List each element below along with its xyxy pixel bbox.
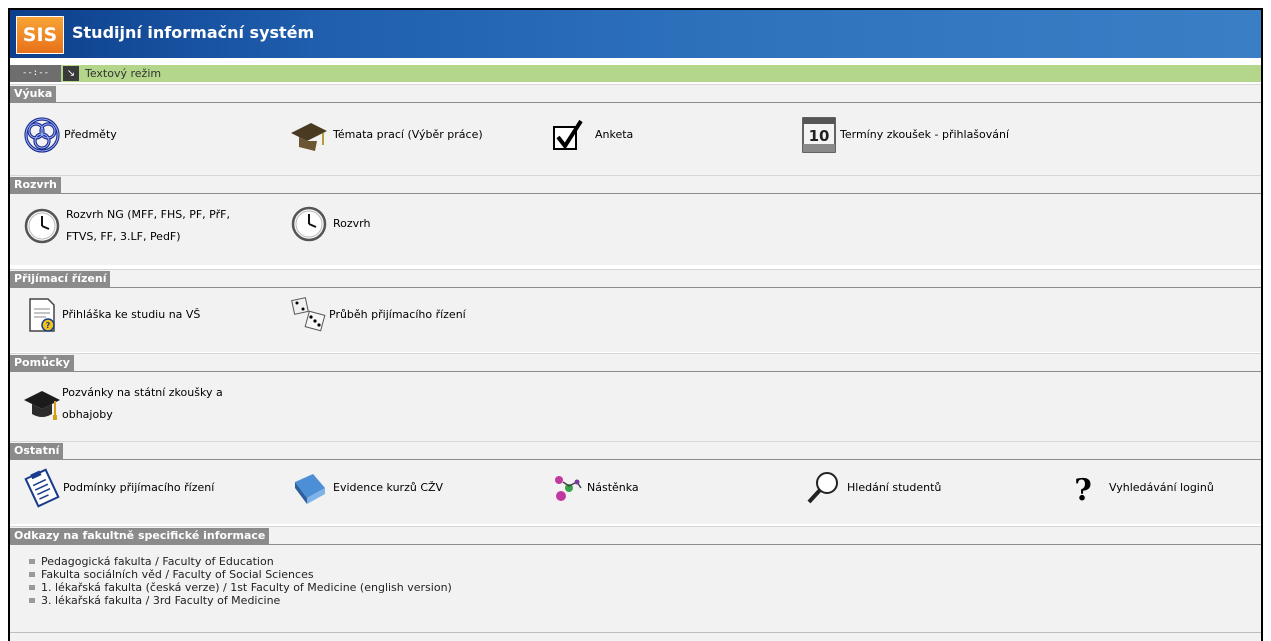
menu-item-label: Nástěnka [587,481,639,494]
book-icon [289,468,329,508]
faculty-link[interactable]: 1. lékařská fakulta (česká verze) / 1st … [29,581,452,594]
knot-icon [22,115,62,155]
dice-icon [289,295,329,335]
toolbar: --:-- ↘ Textový režim [10,65,1261,82]
menu-item-temata-praci[interactable]: Témata prací (Výběr práce) [289,115,483,155]
app-title: Studijní informační systém [72,23,315,42]
text-mode-link[interactable]: Textový režim [85,65,161,82]
faculty-link[interactable]: Fakulta sociálních věd / Faculty of Soci… [29,568,452,581]
bottom-divider [10,632,1261,633]
application-form-icon: ? [22,295,62,335]
menu-item-prihlaska[interactable]: ? Přihláška ke studiu na VŠ [22,295,200,335]
checkbox-icon [547,115,587,155]
menu-item-label: Hledání studentů [847,481,942,494]
session-timer: --:-- [10,65,61,82]
menu-item-vyhledavani-loginu[interactable]: ? Vyhledávání loginů [1065,468,1214,508]
menu-item-label: Přihláška ke studiu na VŠ [62,308,201,321]
section-pomucky: Pomůcky Pozvánky na státní zkoušky a obh… [10,353,1261,441]
svg-text:?: ? [46,321,51,330]
menu-item-hledani-studentu[interactable]: Hledání studentů [803,468,941,508]
menu-item-label: Témata prací (Výběr práce) [333,128,483,141]
menu-item-predmety[interactable]: Předměty [22,115,117,155]
arrow-down-right-icon[interactable]: ↘ [63,66,79,81]
pin-board-icon [547,468,587,508]
section-vyuka: Výuka Předměty Témata prací (Výběr práce… [10,84,1261,175]
menu-item-label: Předměty [64,128,117,141]
svg-text:10: 10 [809,127,830,145]
section-ostatni: Ostatní Podmínky přijímacího řízení Evid… [10,441,1261,524]
menu-item-label: Evidence kurzů CŽV [333,481,444,494]
clock-icon [289,204,329,244]
menu-item-label: Termíny zkoušek - přihlašování [840,128,1010,141]
menu-item-label: Podmínky přijímacího řízení [63,481,215,494]
page-frame: SIS Studijní informační systém --:-- ↘ T… [8,8,1263,641]
menu-item-label: Průběh přijímacího řízení [329,308,466,321]
app-header: SIS Studijní informační systém [10,10,1261,58]
section-divider [10,102,1261,103]
section-divider [10,287,1261,288]
section-odkazy: Odkazy na fakultně specifické informace … [10,526,1261,641]
section-rozvrh: Rozvrh Rozvrh NG (MFF, FHS, PF, PřF, FTV… [10,175,1261,265]
magnifier-icon [803,468,843,508]
question-mark-icon: ? [1065,468,1105,508]
menu-item-label: Anketa [595,128,634,141]
section-divider [10,544,1261,545]
section-title: Ostatní [10,443,64,459]
clipboard-icon [22,468,62,508]
menu-item-rozvrh-ng[interactable]: Rozvrh NG (MFF, FHS, PF, PřF, FTVS, FF, … [22,204,248,248]
menu-item-label: Rozvrh [333,217,371,230]
svg-text:?: ? [1074,473,1092,508]
menu-item-anketa[interactable]: Anketa [547,115,633,155]
section-title: Výuka [10,86,57,102]
menu-item-label: Pozvánky na státní zkoušky a obhajoby [62,386,223,421]
menu-item-nastenka[interactable]: Nástěnka [547,468,639,508]
faculty-link[interactable]: Pedagogická fakulta / Faculty of Educati… [29,555,452,568]
menu-item-evidence-kurzu-czv[interactable]: Evidence kurzů CŽV [289,468,443,508]
section-title: Pomůcky [10,355,74,371]
mortarboard-icon [22,384,62,424]
section-prijimaci-rizeni: Přijímací řízení ? Přihláška ke studiu n… [10,269,1261,352]
menu-item-rozvrh[interactable]: Rozvrh [289,204,370,244]
section-divider [10,193,1261,194]
menu-item-label: Rozvrh NG (MFF, FHS, PF, PřF, FTVS, FF, … [66,208,230,243]
graduation-cap-icon [289,115,329,155]
section-title: Přijímací řízení [10,271,111,287]
menu-item-prubeh-prijimaciho-rizeni[interactable]: Průběh přijímacího řízení [289,295,466,335]
clock-icon [22,206,62,246]
section-title: Odkazy na fakultně specifické informace [10,528,270,544]
menu-item-label: Vyhledávání loginů [1109,481,1214,494]
section-title: Rozvrh [10,177,61,193]
faculty-links-list: Pedagogická fakulta / Faculty of Educati… [29,555,452,607]
menu-item-terminy-zkousek[interactable]: 10 Termíny zkoušek - přihlašování [799,115,1009,155]
menu-item-pozvanky[interactable]: Pozvánky na státní zkoušky a obhajoby [22,382,247,426]
calendar-icon: 10 [799,115,839,155]
sis-logo[interactable]: SIS [16,16,64,54]
section-divider [10,371,1261,372]
section-divider [10,459,1261,460]
menu-item-podminky[interactable]: Podmínky přijímacího řízení [22,468,214,508]
faculty-link[interactable]: 3. lékařská fakulta / 3rd Faculty of Med… [29,594,452,607]
